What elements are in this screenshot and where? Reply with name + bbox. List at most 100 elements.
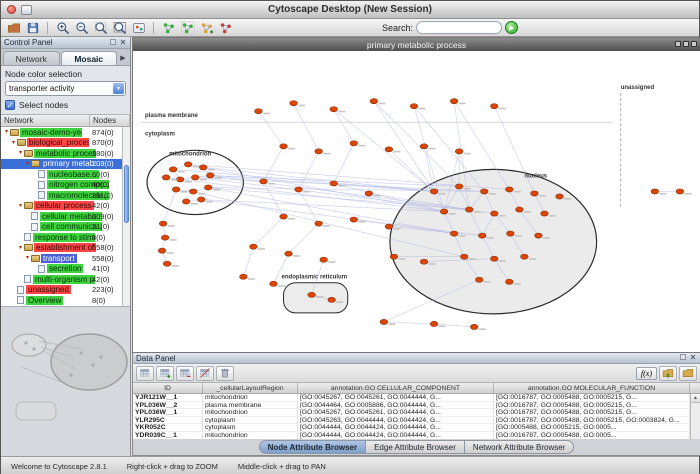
network-node[interactable] [440,209,448,214]
network-node[interactable] [380,319,388,324]
network-node[interactable] [350,141,358,146]
table-row[interactable]: YDR039C__1mitochondrion[GO:0044444, GO:0… [133,432,700,439]
tree-row[interactable]: cellular metabo...209(0) [1,211,122,222]
tree-row[interactable]: macromolecule...311(0) [1,190,122,201]
network-node[interactable] [531,191,539,196]
column-header[interactable]: annotation.GO CELLULAR_COMPONENT [298,383,494,393]
network-node[interactable] [285,251,293,256]
network-node[interactable] [330,107,338,112]
network-node[interactable] [280,214,288,219]
tree-row[interactable]: ▾establishment of lo...558(0) [1,243,122,254]
network-node[interactable] [159,221,167,226]
tree-row[interactable]: multi-organism pr...42(0) [1,274,122,285]
tree-scrollbar-thumb[interactable] [124,165,129,223]
network-node[interactable] [315,221,323,226]
network-node[interactable] [182,199,190,204]
network-node[interactable] [161,235,169,240]
column-header[interactable]: ID [133,383,203,393]
tab-network-attribute-browser[interactable]: Network Attribute Browser [465,440,574,454]
network-node[interactable] [328,297,336,302]
expander-icon[interactable]: ▾ [17,243,24,253]
tree-row[interactable]: ▾mosaic-demo-yeast874(0) [1,127,122,138]
tree-row[interactable]: secretion41(0) [1,264,122,275]
select-attributes-icon[interactable] [136,366,154,381]
network-node[interactable] [330,181,338,186]
network-node[interactable] [490,256,498,261]
network-node[interactable] [390,254,398,259]
expander-icon[interactable]: ▾ [24,159,31,169]
search-input[interactable] [416,21,502,34]
zoom-selected-region-icon[interactable] [92,20,109,36]
network-node[interactable] [315,149,323,154]
network-node[interactable] [506,187,514,192]
column-header-network[interactable]: Network [1,115,90,126]
network-node[interactable] [430,321,438,326]
table-row[interactable]: YPL036W__2plasma membrane[GO:0044464, GO… [133,402,700,410]
network-node[interactable] [541,211,549,216]
network-edge[interactable] [299,151,319,189]
expander-icon[interactable]: ▾ [17,148,24,158]
tabs-overflow-icon[interactable]: ▶ [118,51,128,65]
zoom-out-icon[interactable] [73,20,90,36]
network-node[interactable] [308,292,316,297]
tree-row[interactable]: cell communica...21(0) [1,222,122,233]
network-node[interactable] [507,231,515,236]
network-node[interactable] [163,261,171,266]
network-node[interactable] [197,197,205,202]
close-small-icon[interactable] [689,353,697,363]
expander-icon[interactable]: ▾ [24,253,31,263]
float-icon[interactable] [679,353,687,363]
tab-node-attribute-browser[interactable]: Node Attribute Browser [259,440,367,454]
node-color-select[interactable]: transporter activity ▼ [5,81,126,96]
network-node[interactable] [480,189,488,194]
network-edge[interactable] [389,149,434,191]
tree-row[interactable]: nucleobase...60(0) [1,169,122,180]
network-node[interactable] [465,207,473,212]
tree-row[interactable]: ▾metabolic process280(0) [1,148,122,159]
network-node[interactable] [450,231,458,236]
network-edge[interactable] [334,109,354,143]
view-maximize-button[interactable] [683,41,689,47]
close-small-icon[interactable] [119,38,127,48]
tree-row[interactable]: unassigned223(0) [1,285,122,296]
column-header-nodes[interactable]: Nodes [90,115,130,126]
network-node[interactable] [460,254,468,259]
network-node[interactable] [410,104,418,109]
table-row[interactable]: YJR121W__1mitochondrion[GO:0045267, GO:0… [133,394,700,402]
import-table-icon[interactable] [659,366,677,381]
show-graphics-details-icon[interactable] [130,20,147,36]
title-bar[interactable]: Cytoscape Desktop (New Session) [1,1,699,19]
network-node[interactable] [475,277,483,282]
view-close-button[interactable] [691,41,697,47]
create-attribute-icon[interactable] [156,366,174,381]
network-node[interactable] [516,207,524,212]
tab-edge-attribute-browser[interactable]: Edge Attribute Browser [366,440,465,454]
select-nodes-checkbox[interactable]: ✓ [5,100,15,110]
view-minimize-button[interactable] [675,41,681,47]
column-header[interactable]: annotation.GO MOLECULAR_FUNCTION [494,383,690,393]
network-node[interactable] [370,99,378,104]
network-node[interactable] [420,259,428,264]
network-node[interactable] [250,244,258,249]
tree-row[interactable]: ▾transport558(0) [1,253,122,264]
save-session-icon[interactable] [24,20,41,36]
tree-row[interactable]: nitrogen compo...40(0) [1,180,122,191]
expander-icon[interactable]: ▾ [10,138,17,148]
tab-mosaic[interactable]: Mosaic [61,51,118,65]
tab-network[interactable]: Network [3,51,60,65]
column-header[interactable]: _cellularLayoutRegion [203,383,298,393]
network-node[interactable] [490,104,498,109]
clear-selection-icon[interactable] [196,366,214,381]
tree-row[interactable]: ▾biological_process870(0) [1,138,122,149]
network-node[interactable] [385,147,393,152]
expander-icon[interactable]: ▾ [17,201,24,211]
trash-icon[interactable] [216,366,234,381]
network-node[interactable] [420,144,428,149]
network-node[interactable] [172,187,180,192]
network-node[interactable] [385,224,393,229]
network-node[interactable] [676,189,684,194]
network-node[interactable] [295,187,303,192]
tree-row[interactable]: ▾primary metab...209(0) [1,159,122,170]
birdseye-view[interactable] [1,306,130,456]
network-node[interactable] [450,99,458,104]
